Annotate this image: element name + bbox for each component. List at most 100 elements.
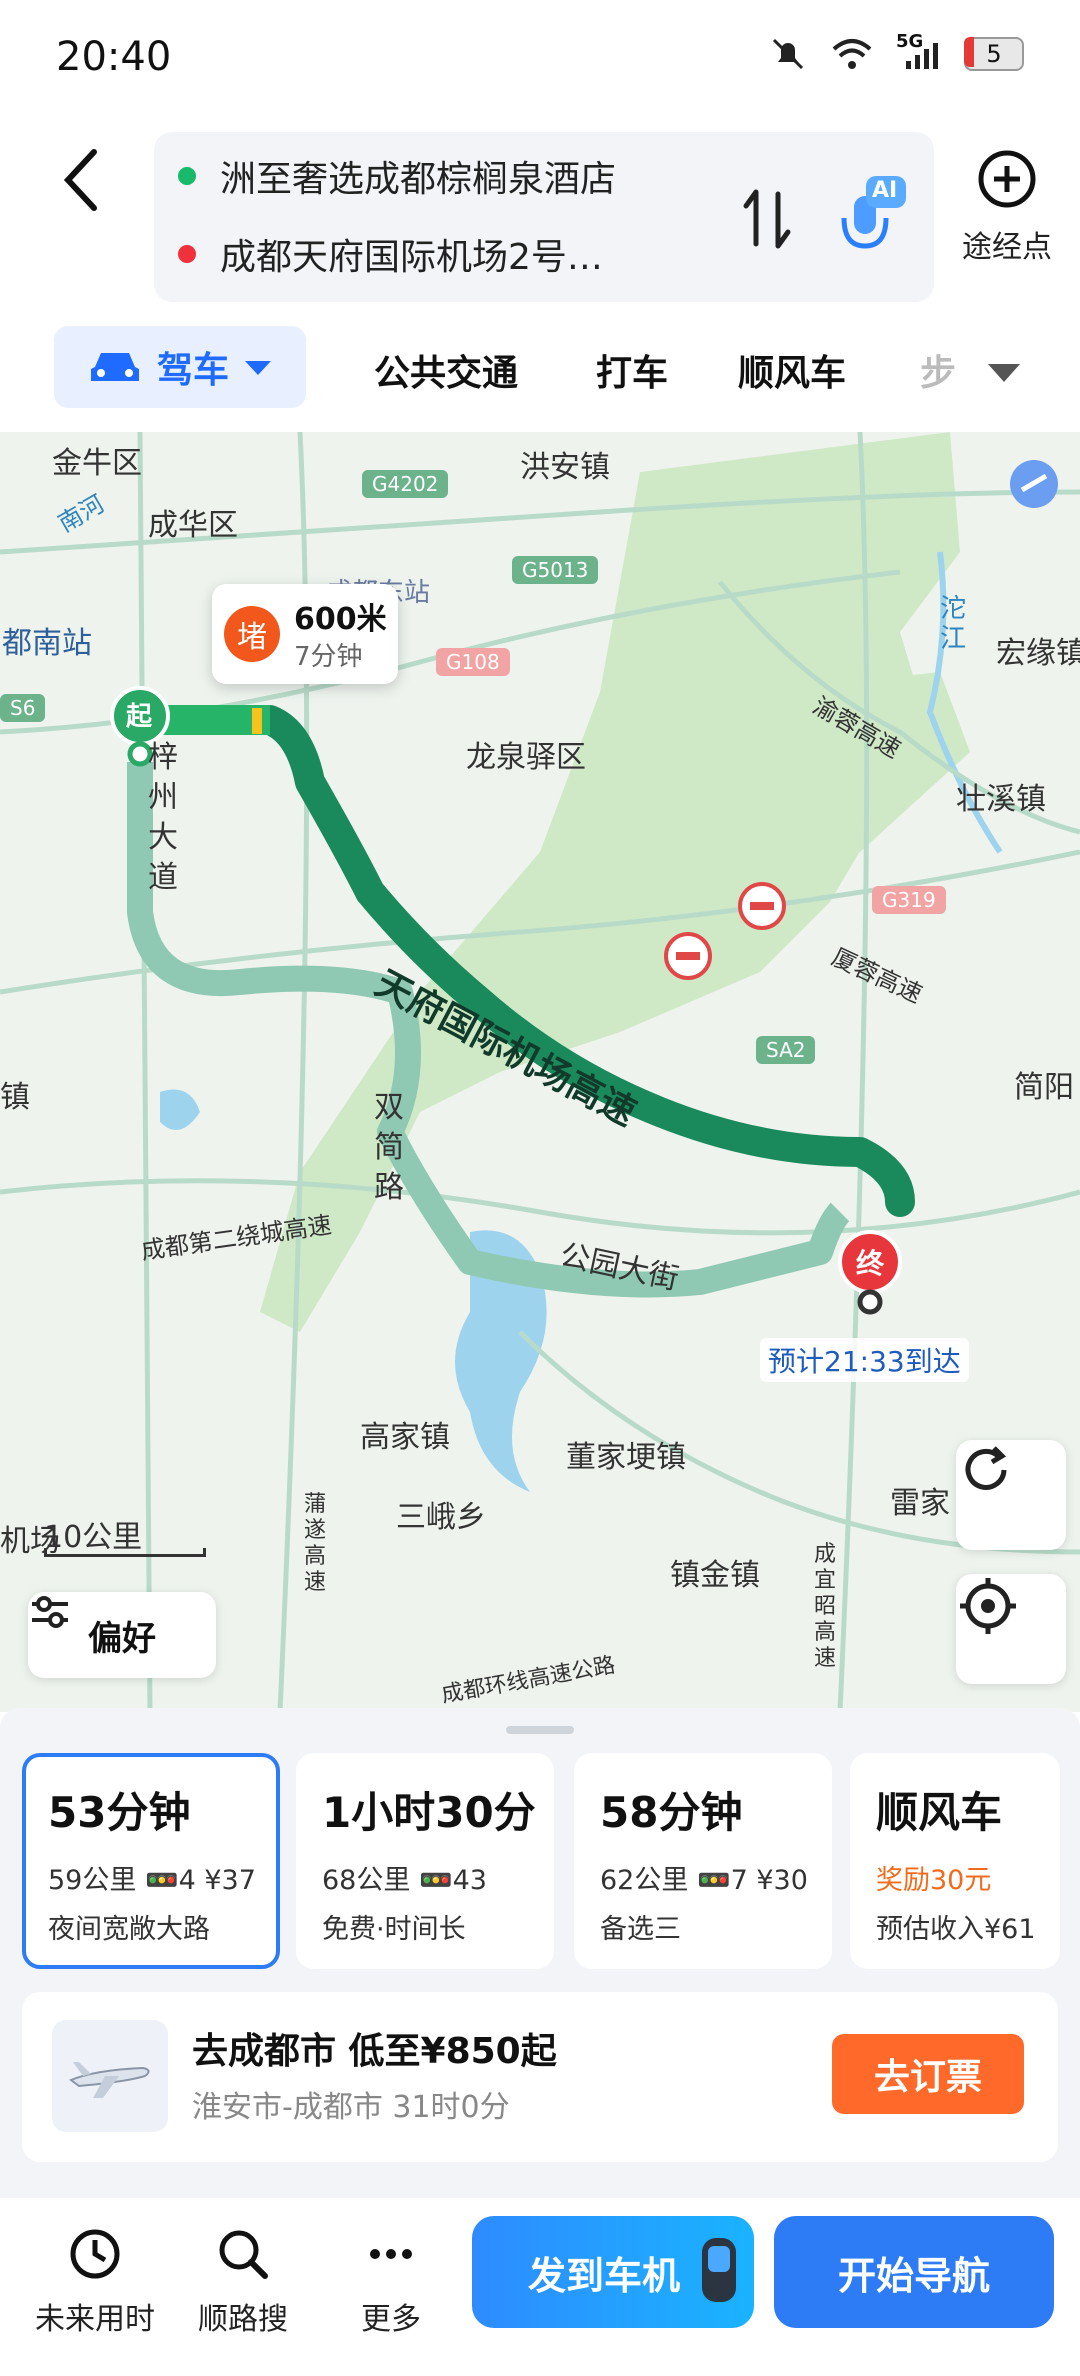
- traffic-jam-callout[interactable]: 堵 600米 7分钟: [212, 584, 398, 684]
- map-view[interactable]: 金牛区 南河 成华区 洪安镇 成都东站 都南站 龙泉驿区 沱江 宏缘镇 壮溪镇 …: [0, 432, 1080, 1712]
- caret-down-icon: [245, 361, 271, 375]
- flight-subtitle: 淮安市-成都市 31时0分: [192, 2090, 510, 2125]
- route-2-time: 1小时30分: [322, 1788, 536, 1837]
- tab-taxi[interactable]: 打车: [596, 344, 668, 396]
- route-2-note: 免费·时间长: [322, 1914, 466, 1945]
- future-time-button[interactable]: 未来用时: [20, 2224, 170, 2338]
- send-to-car-button[interactable]: 发到车机: [472, 2216, 754, 2328]
- tab-transit[interactable]: 公共交通: [374, 344, 518, 396]
- tab-carpool[interactable]: 顺风车: [738, 344, 846, 396]
- network-type: 5G: [896, 31, 924, 52]
- carpool-title: 顺风车: [876, 1788, 1003, 1837]
- sheet-drag-handle[interactable]: [506, 1726, 574, 1734]
- route-preferences-button[interactable]: 偏好: [28, 1592, 216, 1678]
- tab-drive[interactable]: 驾车: [54, 326, 306, 408]
- map-label-chengyichao: 成宜昭高速: [814, 1542, 837, 1671]
- sliders-icon: [32, 1596, 68, 1628]
- traffic-light-icon: 🚥: [144, 1865, 179, 1896]
- eta-label: 预计21:33到达: [760, 1338, 969, 1382]
- route-1-meta: 59公里 🚥4 ¥37: [48, 1858, 276, 1897]
- road-badge-g4202: G4202: [362, 470, 449, 498]
- origin-field[interactable]: 洲至奢选成都棕榈泉酒店: [178, 146, 616, 206]
- locate-me-button[interactable]: [956, 1574, 1066, 1684]
- refresh-icon: [965, 1446, 1007, 1490]
- road-badge-s6: S6: [0, 694, 46, 722]
- road-badge-g319: G319: [872, 886, 946, 914]
- map-label-shuangjian: 双简路: [374, 1090, 404, 1205]
- route-input-panel: 洲至奢选成都棕榈泉酒店 成都天府国际机场2号… AI: [154, 132, 934, 302]
- car-icon: [90, 353, 139, 381]
- swap-arrows-icon: [743, 189, 791, 249]
- tab-drive-label: 驾车: [156, 350, 229, 391]
- flight-promo-card[interactable]: 去成都市 低至¥850起 淮安市-成都市 31时0分 去订票: [22, 1992, 1058, 2162]
- status-bar: 20:40 5G 5: [0, 0, 1080, 120]
- more-button[interactable]: 更多: [316, 2224, 466, 2338]
- road-badge-g108: G108: [436, 648, 510, 676]
- traffic-jam-icon: 堵: [224, 606, 280, 662]
- route-1-lights: 4: [178, 1865, 196, 1896]
- map-label-zhuangxi: 壮溪镇: [956, 782, 1046, 817]
- route-3-note: 备选三: [600, 1914, 681, 1945]
- traffic-jam-distance: 600米: [294, 602, 387, 637]
- destination-field[interactable]: 成都天府国际机场2号…: [178, 224, 603, 284]
- along-route-search-button[interactable]: 顺路搜: [168, 2224, 318, 2338]
- along-route-label: 顺路搜: [198, 2302, 288, 2337]
- refresh-route-button[interactable]: [956, 1440, 1066, 1550]
- end-marker-label: 终: [856, 1247, 885, 1280]
- book-ticket-button[interactable]: 去订票: [832, 2034, 1024, 2114]
- map-scale-bar: [44, 1548, 206, 1557]
- swap-button[interactable]: [738, 184, 798, 254]
- route-3-distance: 62公里: [600, 1865, 689, 1896]
- origin-text: 洲至奢选成都棕榈泉酒店: [220, 159, 617, 200]
- chevron-left-icon: [63, 149, 97, 211]
- ai-voice-button[interactable]: AI: [830, 170, 910, 260]
- status-icons: 5G 5: [768, 31, 1024, 72]
- map-label-zhenjin: 镇金镇: [670, 1558, 760, 1593]
- route-sheet: 53分钟 59公里 🚥4 ¥37 夜间宽敞大路 1小时30分 68公里 🚥43 …: [0, 1708, 1080, 2198]
- route-2-distance: 68公里: [322, 1865, 411, 1896]
- flight-title: 去成都市 低至¥850起: [192, 2031, 557, 2072]
- tab-walk[interactable]: 步: [920, 344, 956, 396]
- map-label-dongjiageng: 董家埂镇: [566, 1440, 686, 1475]
- wifi-icon: [832, 39, 872, 69]
- search-icon: [219, 2230, 268, 2279]
- back-button[interactable]: [52, 140, 122, 220]
- route-3-toll: ¥30: [756, 1865, 808, 1896]
- carpool-reward: 奖励30元: [876, 1865, 992, 1896]
- map-label-jinniu: 金牛区: [52, 446, 142, 481]
- map-label-longquanyi: 龙泉驿区: [466, 740, 586, 775]
- map-label-zizhou: 梓州大道: [148, 740, 178, 895]
- route-card-3[interactable]: 58分钟 62公里 🚥7 ¥30 备选三: [574, 1753, 832, 1969]
- route-3-meta: 62公里 🚥7 ¥30: [600, 1858, 832, 1897]
- carpool-card[interactable]: 顺风车 奖励30元 预估收入¥61: [850, 1753, 1060, 1969]
- road-badge-g5013: G5013: [512, 556, 599, 584]
- origin-dot-icon: [178, 167, 196, 185]
- tabs-expand-icon[interactable]: [984, 356, 1024, 386]
- map-label-sane: 三峨乡: [396, 1500, 486, 1535]
- map-label-jianyang: 简阳: [1014, 1070, 1074, 1105]
- route-2-meta: 68公里 🚥43: [322, 1858, 554, 1897]
- status-time: 20:40: [56, 34, 172, 80]
- map-label-hongan: 洪安镇: [520, 450, 610, 485]
- airplane-icon: [52, 2020, 168, 2132]
- ai-badge-label: AI: [872, 178, 898, 203]
- map-label-tuojiang: 沱江: [940, 594, 967, 654]
- route-card-2[interactable]: 1小时30分 68公里 🚥43 免费·时间长: [296, 1753, 554, 1969]
- plus-circle-icon: [978, 150, 1036, 208]
- more-label: 更多: [361, 2302, 421, 2337]
- route-3-time: 58分钟: [600, 1788, 743, 1837]
- signal-icon: 5G: [896, 31, 942, 71]
- destination-dot-icon: [178, 245, 196, 263]
- traffic-light-icon: 🚥: [418, 1865, 453, 1896]
- traffic-jam-time: 7分钟: [294, 642, 363, 672]
- add-waypoint-button[interactable]: 途经点: [952, 148, 1062, 278]
- map-label-chenghua: 成华区: [148, 508, 238, 543]
- crosshair-icon: [960, 1578, 1016, 1634]
- clock-icon: [70, 2229, 120, 2279]
- map-label-leijia: 雷家: [890, 1486, 950, 1521]
- route-card-1[interactable]: 53分钟 59公里 🚥4 ¥37 夜间宽敞大路: [22, 1753, 280, 1969]
- route-1-toll: ¥37: [204, 1865, 256, 1896]
- destination-text: 成都天府国际机场2号…: [220, 237, 603, 278]
- start-navigation-button[interactable]: 开始导航: [774, 2216, 1054, 2328]
- map-label-zhen-left: 镇: [0, 1080, 30, 1115]
